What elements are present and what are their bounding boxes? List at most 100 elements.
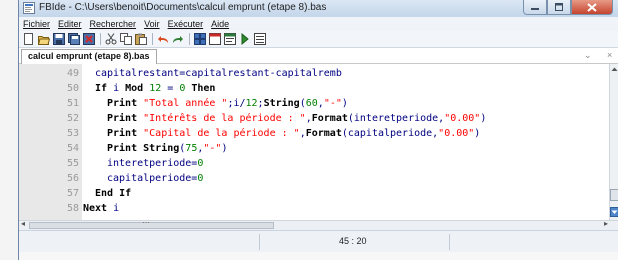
code-line[interactable]: 55 interetperiode=0	[19, 156, 609, 171]
code-token-number: 12	[149, 83, 162, 94]
code-token-keyword: End If	[95, 188, 132, 199]
scroll-right-arrow-icon[interactable]: ▸	[604, 219, 608, 228]
undo-icon[interactable]	[156, 33, 169, 46]
cut-icon[interactable]	[104, 33, 117, 46]
code-token-number: 60	[305, 98, 318, 109]
code-token-identifier: capitalperiode=	[107, 173, 198, 184]
run-arrow-icon[interactable]	[238, 33, 251, 46]
tab-close-icon[interactable]: ×	[607, 50, 612, 60]
toolbar	[19, 31, 618, 48]
line-number: 53	[66, 128, 79, 139]
code-token-identifier: capitalrestant=capitalrestant-capitalrem…	[95, 68, 342, 79]
maximize-icon[interactable]	[547, 0, 571, 15]
code-text: capitalperiode=0	[83, 171, 203, 186]
code-token-number: 0	[197, 173, 204, 184]
code-line[interactable]: 57 End If	[19, 186, 609, 201]
toolbar-separator	[100, 33, 101, 45]
code-line[interactable]: 49 capitalrestant=capitalrestant-capitalr…	[19, 66, 609, 81]
fbide-window: FBIde - C:\Users\benoit\Documents\calcul…	[18, 0, 618, 260]
line-number: 50	[66, 83, 79, 94]
menu-rechercher[interactable]: Rechercher	[90, 19, 137, 29]
code-token-string: "0.00"	[444, 113, 481, 124]
line-number: 56	[66, 173, 79, 184]
code-token-number: 75	[185, 143, 198, 154]
code-line[interactable]: 54 Print String(75,"-")	[19, 141, 609, 156]
menu-fichier[interactable]: Fichier	[23, 19, 50, 29]
code-token-identifier: (capitalperiode,	[341, 128, 439, 139]
code-line[interactable]: 58 Next i	[19, 201, 609, 216]
code-line[interactable]: 53 Print "Capital de la période : ",Forma…	[19, 126, 609, 141]
new-file-icon[interactable]	[22, 33, 35, 46]
code-line[interactable]: 51 Print "Total année ";i/12;String(60,"-…	[19, 96, 609, 111]
code-token-string: "-"	[323, 98, 342, 109]
window-bottom-edge	[19, 252, 618, 260]
menu-bar: Fichier Editer Rechercher Voir Exécuter …	[19, 17, 618, 31]
scroll-down-button[interactable]	[610, 207, 618, 217]
code-token-string: "-"	[203, 143, 222, 154]
code-text: Print "Total année ";i/12;String(60,"-")	[83, 96, 348, 111]
code-token-keyword: Next	[83, 203, 108, 214]
horizontal-scrollbar[interactable]: ◂ ⋯ ▸	[19, 218, 618, 230]
code-text: Print String(75,"-")	[83, 141, 227, 156]
status-bar: 45 : 20	[19, 230, 618, 252]
code-token-keyword: Then	[191, 83, 216, 94]
code-editor[interactable]: 49 capitalrestant=capitalrestant-capitalr…	[19, 64, 609, 220]
code-token-keyword: String	[263, 98, 300, 109]
code-token-identifier: )	[474, 128, 481, 139]
line-number: 49	[66, 68, 79, 79]
run-icon[interactable]	[208, 33, 221, 46]
code-line[interactable]: 56 capitalperiode=0	[19, 171, 609, 186]
window-title: FBIde - C:\Users\benoit\Documents\calcul…	[39, 2, 327, 13]
code-text: End If	[83, 186, 131, 201]
code-line[interactable]: 50 If i Mod 12 = 0 Then	[19, 81, 609, 96]
code-text: Print "Intérêts de la période : ",Format…	[83, 111, 486, 126]
vertical-scroll-thumb[interactable]	[610, 189, 618, 201]
minimize-icon[interactable]	[523, 0, 547, 15]
code-token-identifier: i	[107, 203, 120, 214]
close-icon[interactable]	[571, 0, 613, 15]
code-token-identifier: )	[480, 113, 487, 124]
code-text: If i Mod 12 = 0 Then	[83, 81, 215, 96]
close-file-icon[interactable]	[82, 33, 95, 46]
output-icon[interactable]	[253, 33, 266, 46]
open-icon[interactable]	[37, 33, 50, 46]
save-all-icon[interactable]	[67, 33, 80, 46]
save-icon[interactable]	[52, 33, 65, 46]
code-token-keyword: If	[95, 83, 108, 94]
code-token-identifier: )	[221, 143, 228, 154]
code-line[interactable]: 52 Print "Intérêts de la période : ",Form…	[19, 111, 609, 126]
paste-icon[interactable]	[134, 33, 147, 46]
status-divider	[449, 234, 450, 250]
scroll-grip-icon: ⋯	[142, 218, 150, 227]
menu-editer[interactable]: Editer	[58, 19, 82, 29]
menu-executer[interactable]: Exécuter	[168, 19, 204, 29]
code-token-keyword: String	[143, 143, 180, 154]
code-text: capitalrestant=capitalrestant-capitalrem…	[83, 66, 342, 81]
compile-icon[interactable]	[193, 33, 206, 46]
code-token-keyword: Format	[305, 128, 342, 139]
horizontal-scroll-thumb[interactable]: ⋯	[29, 218, 274, 229]
code-text: Next i	[83, 201, 119, 216]
scroll-down-arrow-icon	[611, 210, 618, 214]
toolbar-separator	[152, 33, 153, 45]
code-token-identifier: ;i/	[227, 98, 246, 109]
redo-icon[interactable]	[171, 33, 184, 46]
menu-aide[interactable]: Aide	[211, 19, 229, 29]
copy-icon[interactable]	[119, 33, 132, 46]
code-token-string: "Total année "	[143, 98, 228, 109]
toolbar-separator	[189, 33, 190, 45]
tab-bar: calcul emprunt (etape 8).bas ⌄ ×	[19, 48, 618, 64]
scroll-up-arrow-icon[interactable]	[611, 66, 618, 73]
line-number: 58	[66, 203, 79, 214]
compile-run-icon[interactable]	[223, 33, 236, 46]
code-token-string: "0.00"	[438, 128, 475, 139]
code-token-identifier: =	[161, 83, 180, 94]
menu-voir[interactable]: Voir	[144, 19, 160, 29]
tab-list-dropdown-icon[interactable]: ⌄	[584, 50, 592, 61]
tab-calcul-emprunt[interactable]: calcul emprunt (etape 8).bas	[21, 49, 157, 64]
scroll-left-arrow-icon[interactable]: ◂	[21, 219, 25, 228]
vertical-scrollbar[interactable]	[609, 64, 618, 220]
status-divider	[259, 234, 260, 250]
title-bar[interactable]: FBIde - C:\Users\benoit\Documents\calcul…	[19, 0, 618, 17]
line-number: 51	[66, 98, 79, 109]
